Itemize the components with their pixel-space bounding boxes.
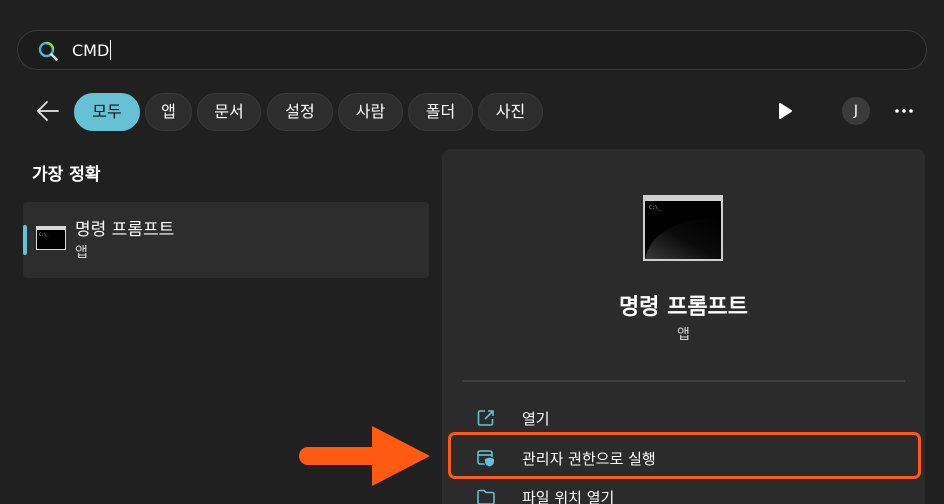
details-app-name: 명령 프롬프트 — [618, 295, 749, 320]
best-match-heading: 가장 정확 — [32, 165, 101, 185]
selection-indicator — [23, 225, 27, 255]
back-arrow-icon[interactable] — [34, 97, 62, 125]
filter-chip-documents[interactable]: 문서 — [197, 93, 261, 131]
pointer-arrow-icon — [299, 426, 430, 486]
best-match-name: 명령 프롬프트 — [75, 220, 175, 240]
filter-chip-settings[interactable]: 설정 — [267, 93, 333, 131]
filter-chip-all[interactable]: 모두 — [74, 93, 140, 131]
search-icon — [38, 41, 58, 61]
action-open-file-location[interactable]: 파일 위치 열기 — [466, 482, 614, 504]
more-options-icon[interactable] — [890, 100, 918, 122]
highlight-box — [448, 432, 921, 479]
account-avatar[interactable]: J — [842, 97, 870, 125]
play-icon[interactable] — [774, 100, 796, 122]
command-prompt-large-icon: C:\_ — [643, 195, 723, 261]
filter-chip-photos[interactable]: 사진 — [478, 93, 543, 131]
svg-text:C:\_: C:\_ — [39, 232, 49, 237]
details-divider — [462, 380, 905, 382]
search-box[interactable]: CMD — [17, 30, 927, 70]
filter-chip-folders[interactable]: 폴더 — [408, 93, 473, 131]
action-open[interactable]: 열기 — [466, 403, 550, 433]
svg-text:C:\_: C:\_ — [649, 205, 662, 211]
details-app-type: 앱 — [677, 327, 690, 343]
best-match-type: 앱 — [75, 245, 88, 261]
text-caret — [110, 40, 112, 60]
open-external-icon — [477, 410, 494, 426]
search-query-text: CMD — [72, 41, 110, 60]
best-match-result[interactable]: C:\_ 명령 프롬프트 앱 — [23, 202, 429, 278]
filter-chip-people[interactable]: 사람 — [338, 93, 403, 131]
windows-search-window: CMD 모두 앱 문서 설정 사람 폴더 사진 J 가장 정확 C:\_ 명령 … — [0, 0, 944, 504]
search-input[interactable]: CMD — [72, 40, 112, 62]
filter-chip-apps[interactable]: 앱 — [145, 93, 192, 131]
action-open-label: 열기 — [522, 409, 550, 428]
command-prompt-icon: C:\_ — [36, 226, 66, 250]
action-open-file-location-label: 파일 위치 열기 — [522, 488, 615, 504]
folder-icon — [477, 489, 495, 504]
